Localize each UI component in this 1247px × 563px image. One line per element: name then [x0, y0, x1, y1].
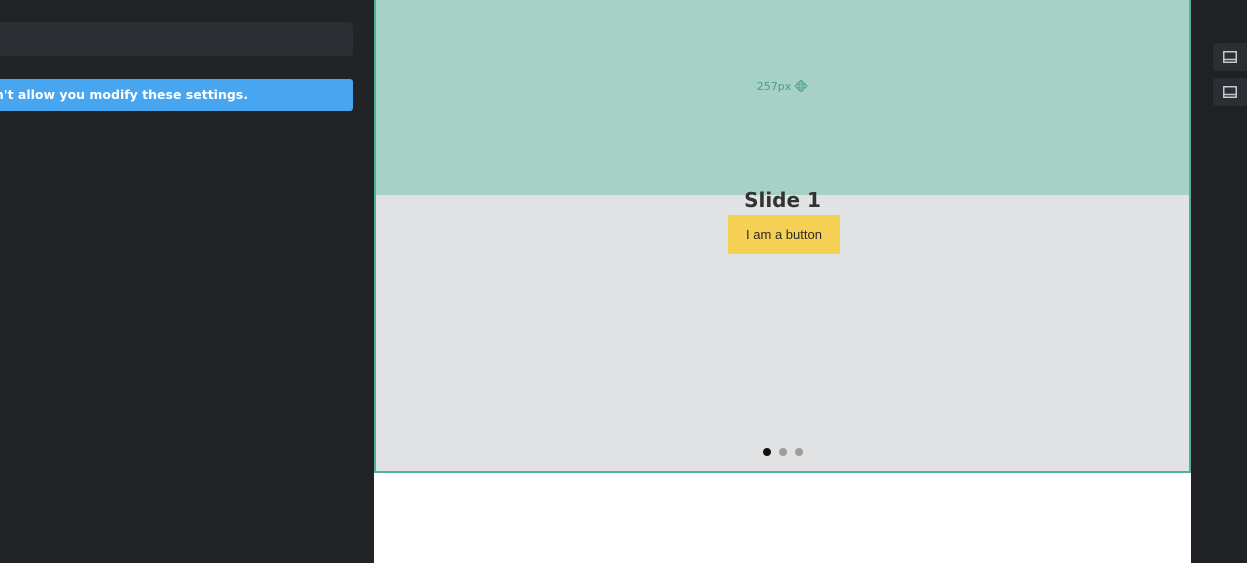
editor-sidebar: Your current plan / panel doesn't allow …	[0, 0, 373, 563]
section-layout-icon	[1223, 51, 1237, 63]
pagination-dot-1[interactable]	[762, 448, 771, 456]
pagination-dot-2[interactable]	[778, 448, 787, 456]
slide-title: Slide 1	[744, 188, 821, 212]
sidebar-input-field[interactable]	[0, 22, 353, 56]
padding-indicator: 257px	[376, 80, 1189, 93]
slider-pagination	[376, 448, 1189, 458]
rail-button-1[interactable]	[1213, 43, 1247, 71]
section-layout-icon	[1223, 86, 1237, 98]
rail-button-2[interactable]	[1213, 78, 1247, 106]
slider-section[interactable]: 257px Slide 1 I am a button	[374, 0, 1191, 473]
drag-resize-icon[interactable]	[794, 80, 808, 92]
plan-notice: Your current plan / panel doesn't allow …	[0, 79, 353, 111]
pagination-dot-3[interactable]	[794, 448, 803, 456]
preview-canvas: 257px Slide 1 I am a button	[374, 0, 1191, 563]
padding-overlay[interactable]: 257px	[376, 0, 1189, 195]
plan-notice-text: Your current plan / panel doesn't allow …	[0, 87, 248, 102]
right-rail	[1191, 0, 1247, 563]
padding-value: 257px	[756, 80, 792, 93]
slide-cta-button[interactable]: I am a button	[728, 215, 840, 254]
